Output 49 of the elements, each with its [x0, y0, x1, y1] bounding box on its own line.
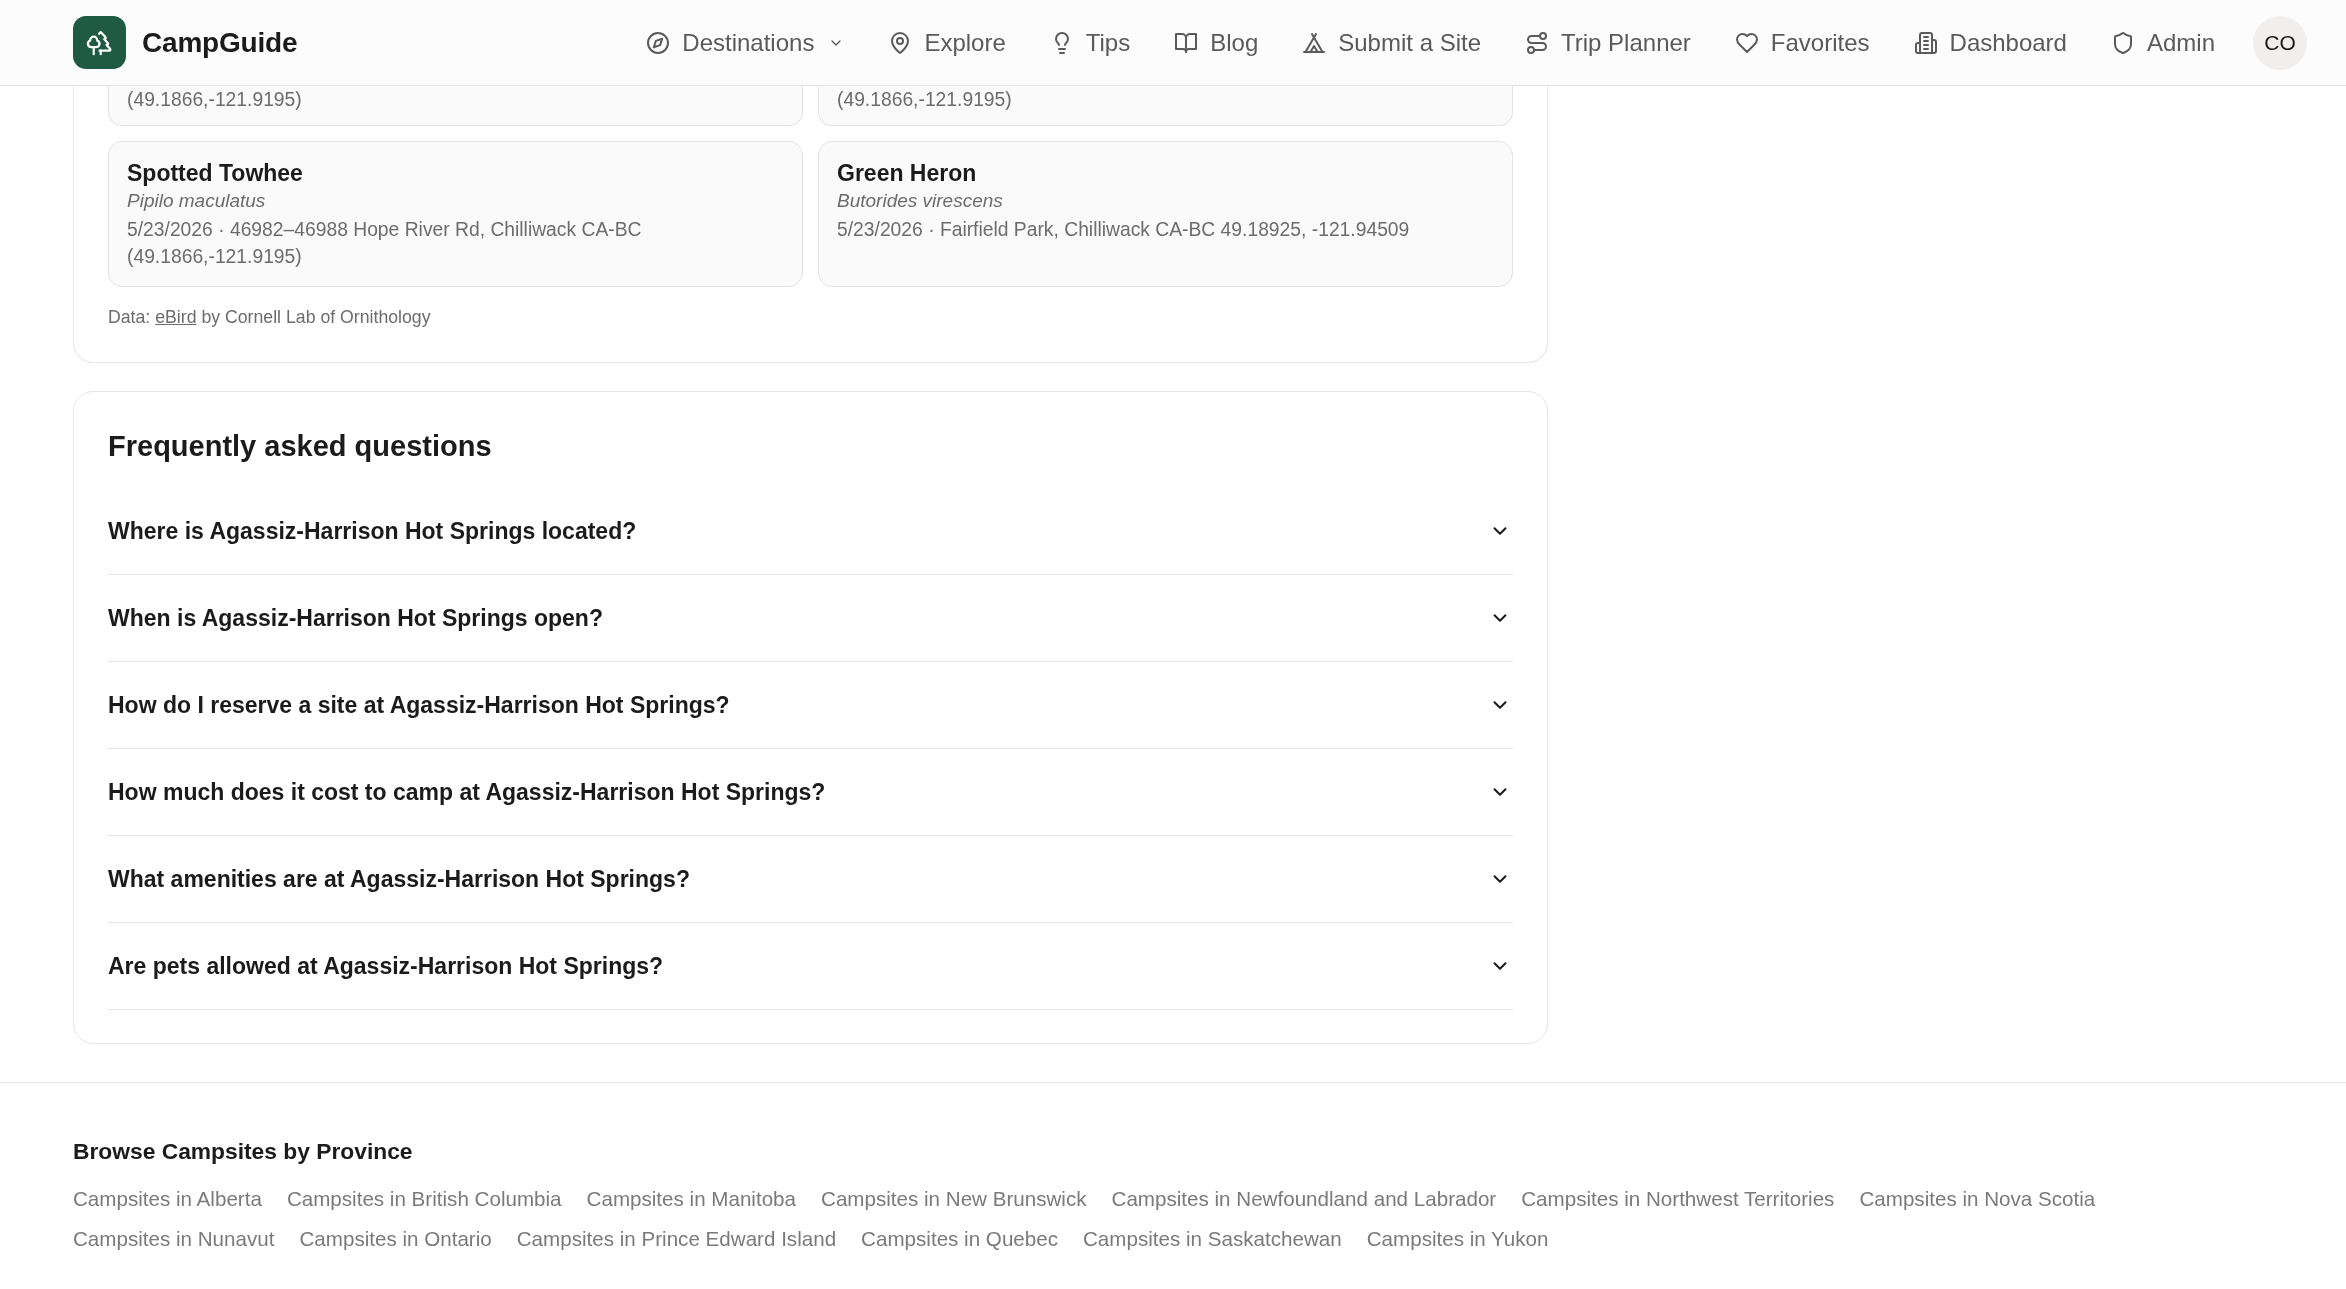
route-icon	[1525, 30, 1549, 55]
faq-heading: Frequently asked questions	[108, 429, 493, 464]
province-link[interactable]: Campsites in Nova Scotia	[1859, 1179, 2096, 1219]
user-avatar[interactable]: CO	[2253, 15, 2307, 70]
scientific-name: Butorides virescens	[837, 189, 1004, 213]
faq-question[interactable]: Are pets allowed at Agassiz-Harrison Hot Springs?	[108, 923, 1513, 1009]
nav-link[interactable]: Tips	[1049, 24, 1131, 61]
nav-link[interactable]: Dashboard	[1913, 24, 2067, 61]
book-icon	[1174, 30, 1199, 55]
province-link[interactable]: Campsites in British Columbia	[286, 1179, 562, 1219]
sighting-details: (49.1866,-121.9195)	[127, 88, 303, 112]
footer-heading: Browse Campsites by Province	[73, 1137, 414, 1165]
bird-name: Green Heron	[837, 159, 978, 188]
nav-link[interactable]: Blog	[1174, 24, 1259, 61]
sighting-details: 5/23/2026 · 46982–46988 Hope River Rd, Chilliwack CA-BC (49.1866,-121.9195)	[127, 218, 643, 269]
province-link[interactable]: Campsites in Manitoba	[586, 1179, 797, 1219]
ebird-link[interactable]: eBird	[155, 307, 197, 327]
faq-question[interactable]: What amenities are at Agassiz-Harrison Hot Springs?	[108, 836, 1513, 922]
heart-icon	[1734, 30, 1759, 55]
nav-link[interactable]: Explore	[888, 24, 1006, 61]
building-icon	[1913, 30, 1938, 55]
faq-question[interactable]: When is Agassiz-Harrison Hot Springs open?	[108, 575, 1513, 661]
data-credit: Data: eBird by Cornell Lab of Ornithology	[108, 306, 432, 329]
bird-name: Spotted Towhee	[127, 159, 304, 188]
sighting-details: 5/23/2026 · Fairfield Park, Chilliwack CA-BC 49.18925, -121.94509	[837, 218, 1411, 242]
province-link[interactable]: Campsites in Prince Edward Island	[516, 1219, 837, 1259]
brand-name[interactable]: CampGuide	[142, 21, 298, 64]
tent-icon	[1302, 30, 1327, 55]
compass-icon	[646, 30, 671, 55]
faq-question[interactable]: Where is Agassiz-Harrison Hot Springs located?	[108, 488, 1513, 574]
province-link[interactable]: Campsites in Northwest Territories	[1521, 1179, 1835, 1219]
province-link[interactable]: Campsites in Newfoundland and Labrador	[1111, 1179, 1497, 1219]
province-link[interactable]: Campsites in Alberta	[73, 1179, 262, 1219]
province-link[interactable]: Campsites in Quebec	[861, 1219, 1058, 1259]
faq-question[interactable]: How much does it cost to camp at Agassiz-Harrison Hot Springs?	[108, 749, 1513, 835]
nav-link[interactable]: Trip Planner	[1525, 24, 1691, 61]
nav-link[interactable]: Admin	[2110, 24, 2215, 61]
province-link[interactable]: Campsites in New Brunswick	[821, 1179, 1087, 1219]
faq-question[interactable]: How do I reserve a site at Agassiz-Harrison Hot Springs?	[108, 662, 1513, 748]
province-link[interactable]: Campsites in Yukon	[1366, 1219, 1549, 1259]
tree-logo-icon[interactable]	[73, 16, 126, 69]
province-link[interactable]: Campsites in Ontario	[299, 1219, 492, 1259]
scientific-name: Pipilo maculatus	[127, 189, 267, 213]
nav-link[interactable]: Destinations	[646, 24, 845, 61]
nav-link[interactable]: Submit a Site	[1302, 24, 1481, 61]
nav-link[interactable]: Favorites	[1734, 24, 1870, 61]
province-link[interactable]: Campsites in Nunavut	[73, 1219, 275, 1259]
province-link[interactable]: Campsites in Saskatchewan	[1083, 1219, 1342, 1259]
sighting-details: (49.1866,-121.9195)	[837, 88, 1013, 112]
